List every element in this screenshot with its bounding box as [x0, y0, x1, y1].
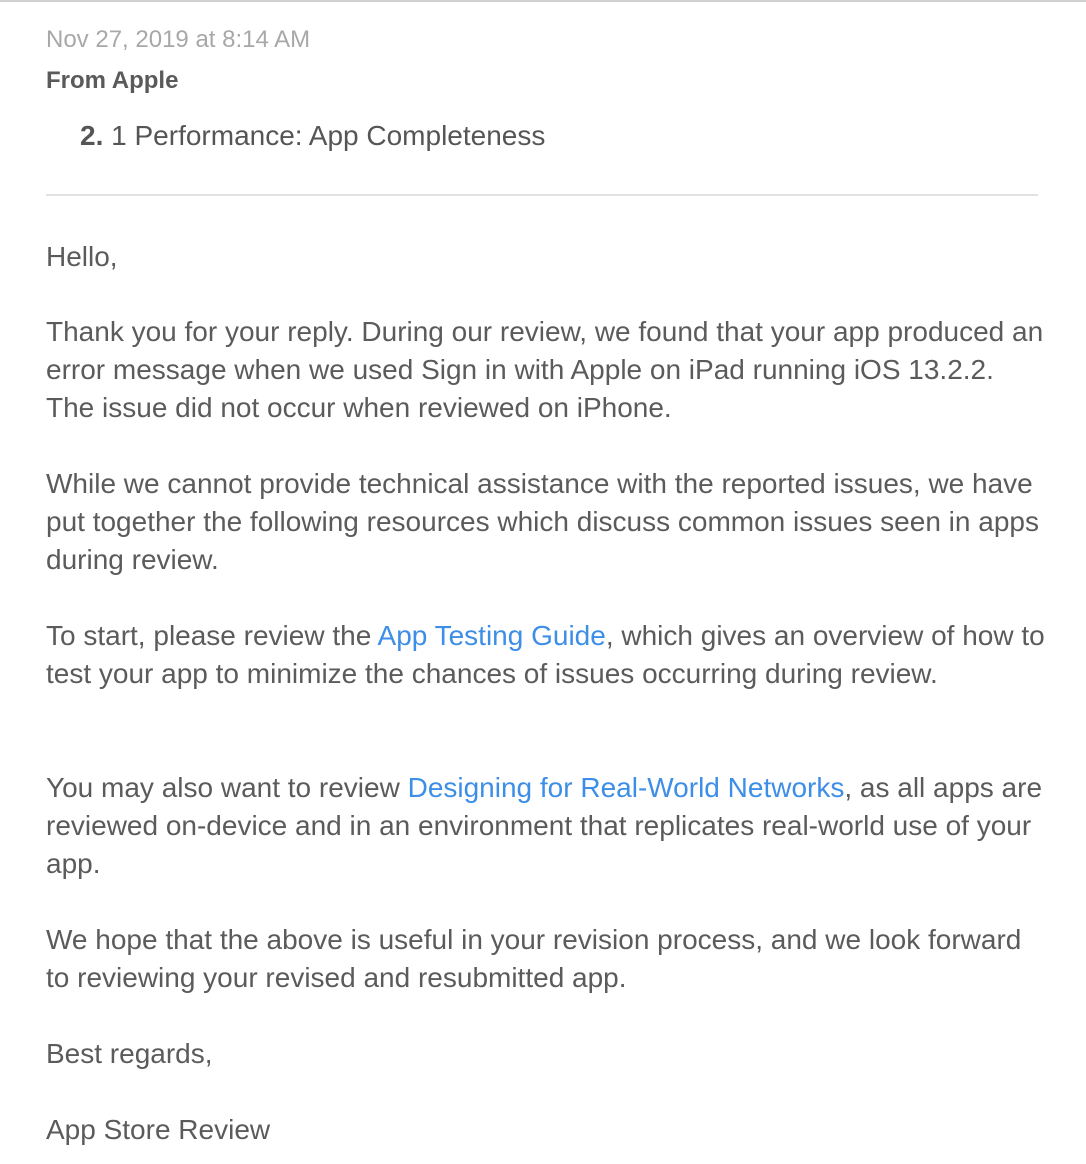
app-testing-guide-link[interactable]: App Testing Guide — [378, 620, 606, 651]
paragraph-networks: You may also want to review Designing fo… — [46, 769, 1046, 883]
paragraph-resources: While we cannot provide technical assist… — [46, 468, 1039, 575]
networks-text-before: You may also want to review — [46, 772, 408, 803]
guideline-number: 2. — [80, 120, 104, 151]
guideline-title: 2. 1 Performance: App Completeness — [80, 119, 545, 153]
greeting: Hello, — [46, 241, 118, 272]
message-date: Nov 27, 2019 at 8:14 AM — [46, 26, 311, 53]
signature: App Store Review — [46, 1114, 271, 1145]
paragraph-testing-guide: To start, please review the App Testing … — [46, 617, 1046, 693]
top-border — [0, 0, 1086, 2]
guideline-text: 1 Performance: App Completeness — [103, 120, 546, 151]
closing: Best regards, — [46, 1038, 213, 1069]
paragraph-hope: We hope that the above is useful in your… — [46, 924, 1022, 993]
paragraph-review-issue: Thank you for your reply. During our rev… — [46, 316, 1044, 423]
testing-guide-text-before: To start, please review the — [46, 620, 378, 651]
real-world-networks-link[interactable]: Designing for Real-World Networks — [408, 772, 845, 803]
header-divider — [46, 194, 1038, 196]
sender-label: From Apple — [46, 67, 179, 94]
